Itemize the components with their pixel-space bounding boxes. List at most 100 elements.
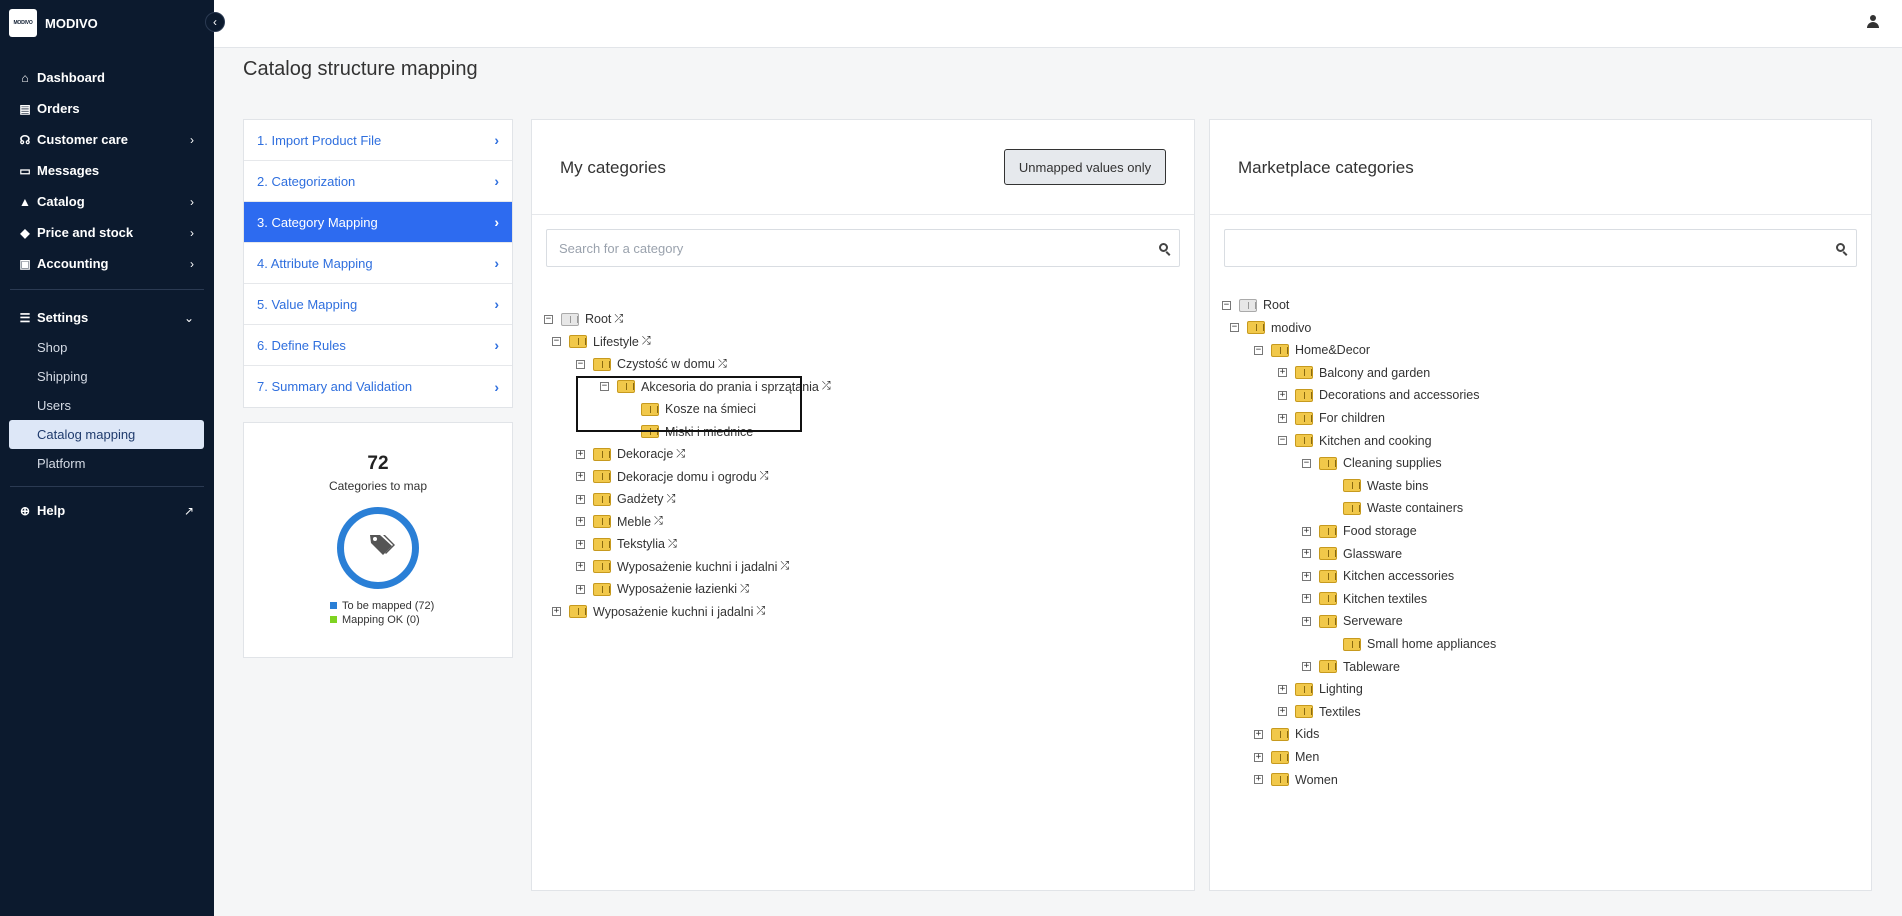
tree-node[interactable]: − Root bbox=[1222, 296, 1289, 314]
shuffle-icon[interactable]: ⤮ bbox=[756, 605, 765, 618]
tree-node[interactable]: + Lighting bbox=[1278, 680, 1363, 698]
nav-item-messages[interactable]: ▭ Messages bbox=[0, 155, 214, 186]
expand-toggle-icon[interactable]: + bbox=[576, 517, 585, 526]
step-category-mapping[interactable]: 3. Category Mapping › bbox=[244, 202, 512, 243]
nav-item-settings[interactable]: ☰ Settings ⌄ bbox=[0, 302, 214, 333]
nav-item-dashboard[interactable]: ⌂ Dashboard bbox=[0, 62, 214, 93]
tree-node[interactable]: − Kitchen and cooking bbox=[1278, 432, 1432, 450]
tree-node[interactable]: + Kids bbox=[1254, 725, 1319, 743]
collapse-toggle-icon[interactable]: − bbox=[1278, 436, 1287, 446]
tree-node[interactable]: + Kitchen accessories bbox=[1302, 567, 1454, 585]
expand-toggle-icon[interactable]: + bbox=[1254, 729, 1263, 739]
tree-node[interactable]: Waste bins bbox=[1326, 477, 1428, 495]
tree-node[interactable]: Waste containers bbox=[1326, 499, 1463, 517]
expand-toggle-icon[interactable]: + bbox=[1278, 413, 1287, 423]
shuffle-icon[interactable]: ⤮ bbox=[822, 380, 831, 393]
tree-node[interactable]: − Cleaning supplies bbox=[1302, 454, 1442, 472]
search-icon[interactable] bbox=[1149, 230, 1179, 266]
tree-node[interactable]: − modivo bbox=[1230, 319, 1311, 337]
tree-node[interactable]: + Tableware bbox=[1302, 658, 1400, 676]
expand-toggle-icon[interactable]: + bbox=[1278, 707, 1287, 717]
expand-toggle-icon[interactable]: + bbox=[576, 562, 585, 571]
tree-node[interactable]: + Balcony and garden bbox=[1278, 364, 1430, 382]
expand-toggle-icon[interactable]: + bbox=[1254, 752, 1263, 762]
tree-node[interactable]: − Czystość w domu ⤮ bbox=[576, 355, 727, 373]
collapse-toggle-icon[interactable]: − bbox=[544, 314, 553, 324]
shuffle-icon[interactable]: ⤮ bbox=[614, 313, 623, 326]
expand-toggle-icon[interactable]: + bbox=[1302, 526, 1311, 536]
tree-node[interactable]: + Wyposażenie kuchni i jadalni ⤮ bbox=[576, 558, 789, 576]
sub-item-catalog-mapping[interactable]: Catalog mapping bbox=[9, 420, 204, 449]
tree-node[interactable]: + Food storage bbox=[1302, 522, 1417, 540]
user-icon[interactable] bbox=[1866, 14, 1880, 30]
shuffle-icon[interactable]: ⤮ bbox=[760, 470, 769, 483]
tree-node[interactable]: + Dekoracje ⤮ bbox=[576, 445, 685, 463]
category-search-input[interactable] bbox=[547, 230, 1149, 266]
tree-node[interactable]: − Root ⤮ bbox=[544, 310, 623, 328]
tree-node[interactable]: + Wyposażenie kuchni i jadalni ⤮ bbox=[552, 603, 765, 621]
tree-node[interactable]: + Men bbox=[1254, 748, 1319, 766]
expand-toggle-icon[interactable]: + bbox=[1302, 549, 1311, 559]
shuffle-icon[interactable]: ⤮ bbox=[667, 493, 676, 506]
tree-node[interactable]: + Meble ⤮ bbox=[576, 513, 663, 531]
sub-item-users[interactable]: Users bbox=[0, 391, 214, 420]
tree-node[interactable]: + Dekoracje domu i ogrodu ⤮ bbox=[576, 468, 768, 486]
nav-item-customer-care[interactable]: ☊ Customer care › bbox=[0, 124, 214, 155]
expand-toggle-icon[interactable]: + bbox=[576, 539, 585, 549]
nav-item-orders[interactable]: ▤ Orders bbox=[0, 93, 214, 124]
step-value-mapping[interactable]: 5. Value Mapping › bbox=[244, 284, 512, 325]
expand-toggle-icon[interactable]: + bbox=[576, 584, 585, 594]
tree-node[interactable]: − Home&Decor bbox=[1254, 341, 1370, 359]
shuffle-icon[interactable]: ⤮ bbox=[780, 560, 789, 573]
expand-toggle-icon[interactable]: + bbox=[576, 472, 585, 481]
search-icon[interactable] bbox=[1826, 230, 1856, 266]
collapse-toggle-icon[interactable]: − bbox=[552, 337, 561, 346]
tree-node[interactable]: + Glassware bbox=[1302, 545, 1402, 563]
expand-toggle-icon[interactable]: + bbox=[1254, 775, 1263, 785]
tree-node[interactable]: + For children bbox=[1278, 409, 1385, 427]
nav-item-accounting[interactable]: ▣ Accounting › bbox=[0, 248, 214, 279]
unmapped-values-only-button[interactable]: Unmapped values only bbox=[1004, 149, 1166, 185]
step-categorization[interactable]: 2. Categorization › bbox=[244, 161, 512, 202]
collapse-toggle-icon[interactable]: − bbox=[1222, 300, 1231, 310]
sub-item-platform[interactable]: Platform bbox=[0, 449, 214, 478]
expand-toggle-icon[interactable]: + bbox=[1278, 684, 1287, 694]
tree-node[interactable]: + Decorations and accessories bbox=[1278, 386, 1480, 404]
shuffle-icon[interactable]: ⤮ bbox=[654, 515, 663, 528]
sub-item-shipping[interactable]: Shipping bbox=[0, 362, 214, 391]
tree-node[interactable]: + Wyposażenie łazienki ⤮ bbox=[576, 580, 749, 598]
sidebar-collapse-button[interactable]: ‹ bbox=[205, 12, 225, 32]
marketplace-search-input[interactable] bbox=[1225, 230, 1826, 266]
expand-toggle-icon[interactable]: + bbox=[1278, 368, 1287, 378]
shuffle-icon[interactable]: ⤮ bbox=[718, 358, 727, 371]
nav-item-help[interactable]: ⊕ Help ↗ bbox=[0, 495, 214, 526]
tree-node[interactable]: + Gadżety ⤮ bbox=[576, 490, 675, 508]
shuffle-icon[interactable]: ⤮ bbox=[676, 448, 685, 461]
shuffle-icon[interactable]: ⤮ bbox=[642, 335, 651, 348]
shuffle-icon[interactable]: ⤮ bbox=[668, 538, 677, 551]
expand-toggle-icon[interactable]: + bbox=[1302, 662, 1311, 672]
tree-node[interactable]: − Lifestyle ⤮ bbox=[552, 333, 651, 351]
expand-toggle-icon[interactable]: + bbox=[576, 449, 585, 459]
tree-node[interactable]: + Kitchen textiles bbox=[1302, 590, 1427, 608]
collapse-toggle-icon[interactable]: − bbox=[1302, 458, 1311, 468]
step-attribute-mapping[interactable]: 4. Attribute Mapping › bbox=[244, 243, 512, 284]
tree-node[interactable]: + Women bbox=[1254, 771, 1338, 789]
step-define-rules[interactable]: 6. Define Rules › bbox=[244, 325, 512, 366]
collapse-toggle-icon[interactable]: − bbox=[1254, 345, 1263, 355]
tree-node[interactable]: + Serveware bbox=[1302, 612, 1403, 630]
nav-item-catalog[interactable]: ▲ Catalog › bbox=[0, 186, 214, 217]
expand-toggle-icon[interactable]: + bbox=[1302, 616, 1311, 626]
expand-toggle-icon[interactable]: + bbox=[1302, 571, 1311, 581]
step-summary-and-validation[interactable]: 7. Summary and Validation › bbox=[244, 366, 512, 407]
expand-toggle-icon[interactable]: + bbox=[1278, 390, 1287, 400]
expand-toggle-icon[interactable]: + bbox=[1302, 594, 1311, 604]
collapse-toggle-icon[interactable]: − bbox=[576, 359, 585, 369]
collapse-toggle-icon[interactable]: − bbox=[1230, 323, 1239, 333]
expand-toggle-icon[interactable]: + bbox=[552, 607, 561, 616]
step-import-product-file[interactable]: 1. Import Product File › bbox=[244, 120, 512, 161]
expand-toggle-icon[interactable]: + bbox=[576, 494, 585, 504]
tree-node[interactable]: + Tekstylia ⤮ bbox=[576, 535, 677, 553]
shuffle-icon[interactable]: ⤮ bbox=[740, 583, 749, 596]
sub-item-shop[interactable]: Shop bbox=[0, 333, 214, 362]
